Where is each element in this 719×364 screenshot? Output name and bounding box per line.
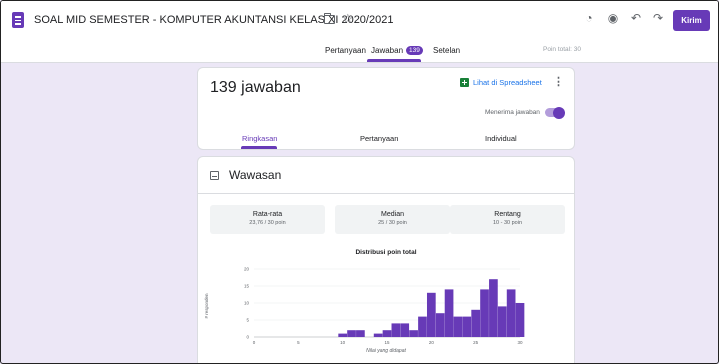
x-tick-label: 15 [384, 340, 390, 345]
document-title[interactable]: SOAL MID SEMESTER - KOMPUTER AKUNTANSI K… [34, 14, 393, 26]
histogram-bar[interactable] [391, 323, 401, 337]
histogram-bar[interactable] [338, 333, 348, 337]
histogram-bar[interactable] [480, 289, 489, 337]
histogram-bar[interactable] [347, 330, 356, 337]
histogram-bar[interactable] [444, 289, 454, 337]
histogram-bar[interactable] [471, 309, 481, 337]
histogram-bar[interactable] [409, 330, 418, 337]
points-total: Poin total: 30 [543, 46, 581, 53]
x-tick-label: 10 [340, 340, 346, 345]
view-in-sheets-link[interactable]: Lihat di Spreadsheet [473, 78, 542, 87]
tab-settings[interactable]: Setelan [433, 46, 460, 55]
histogram-bar[interactable] [497, 306, 507, 337]
star-icon[interactable]: ☆ [342, 11, 354, 27]
histogram-bar[interactable] [426, 292, 436, 337]
responses-count-badge: 139 [406, 46, 423, 55]
y-tick-label: 5 [246, 318, 249, 323]
histogram-bar[interactable] [356, 330, 365, 337]
subtab-summary[interactable]: Ringkasan [242, 134, 277, 143]
app-window: SOAL MID SEMESTER - KOMPUTER AKUNTANSI K… [0, 0, 719, 364]
histogram-bar[interactable] [515, 303, 525, 337]
x-tick-label: 20 [429, 340, 435, 345]
accepting-responses-label: Menerima jawaban [485, 109, 540, 116]
more-vert-icon[interactable]: ⋮ [553, 75, 564, 88]
x-tick-label: 30 [517, 340, 523, 345]
sheets-icon[interactable] [460, 78, 469, 87]
x-tick-label: 0 [253, 340, 256, 345]
histogram-bar[interactable] [506, 289, 516, 337]
y-axis-label: # responden [204, 293, 209, 319]
send-button[interactable]: Kirim [673, 10, 710, 31]
histogram-bar[interactable] [435, 313, 445, 337]
x-axis-label: Nilai yang didapat [366, 348, 406, 354]
response-count: 139 jawaban [210, 79, 301, 96]
active-tab-indicator [367, 59, 421, 62]
subtab-individual[interactable]: Individual [485, 134, 517, 143]
points-distribution-chart: Distribusi poin total # responden Nilai … [204, 249, 525, 354]
top-bar: SOAL MID SEMESTER - KOMPUTER AKUNTANSI K… [1, 1, 718, 63]
forms-app-icon[interactable] [12, 12, 24, 28]
y-tick-label: 10 [244, 301, 250, 306]
chart-title: Distribusi poin total [355, 249, 416, 256]
y-tick-label: 20 [244, 267, 250, 272]
histogram-bar[interactable] [453, 316, 463, 337]
folder-icon[interactable] [324, 13, 335, 24]
tab-responses-label: Jawaban [371, 46, 404, 55]
accepting-responses-toggle[interactable] [545, 106, 565, 119]
undo-icon[interactable]: ↶ [628, 11, 644, 25]
responses-card: 139 jawaban Lihat di Spreadsheet ⋮ Mener… [197, 67, 575, 150]
redo-icon[interactable]: ↷ [650, 11, 666, 25]
histogram-bar[interactable] [489, 279, 498, 337]
histogram-bar[interactable] [373, 333, 383, 337]
active-subtab-indicator [241, 146, 277, 149]
eye-icon[interactable]: ◉ [605, 11, 621, 25]
histogram-bar[interactable] [462, 316, 472, 337]
y-tick-label: 15 [244, 284, 250, 289]
x-tick-label: 25 [473, 340, 479, 345]
palette-icon[interactable]: ◔ [581, 11, 597, 25]
histogram-bar[interactable] [418, 316, 427, 337]
histogram-bar[interactable] [400, 323, 410, 337]
subtab-question[interactable]: Pertanyaan [360, 134, 398, 143]
x-tick-label: 5 [297, 340, 300, 345]
tab-responses[interactable]: Jawaban 139 [371, 46, 423, 55]
histogram-bar[interactable] [382, 330, 392, 337]
y-tick-label: 0 [246, 335, 249, 340]
tab-questions[interactable]: Pertanyaan [325, 46, 366, 55]
